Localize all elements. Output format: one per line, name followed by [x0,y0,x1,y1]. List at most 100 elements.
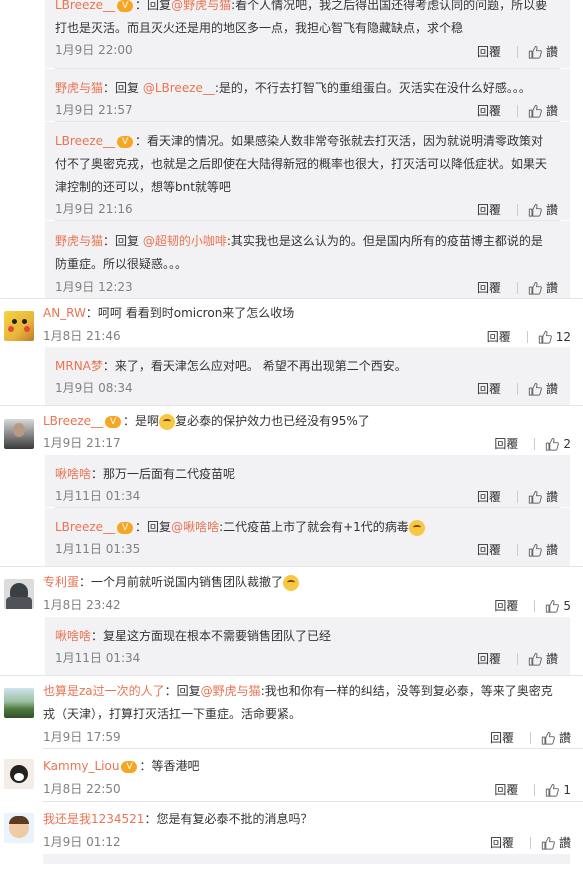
reply-button[interactable]: 回覆 [477,650,501,667]
reply-item: LBreeze__ V ：回复@野虎与猫:看个人情况吧，我之后得出国还得考虑认同的问… [45,0,570,68]
vip-badge-icon: V [105,415,122,428]
thumb-up-icon [541,731,555,745]
username-link[interactable]: Kammy_Liou [43,759,119,773]
avatar[interactable] [4,311,34,341]
mention-link[interactable]: @野虎与猫 [171,0,231,12]
thumb-up-icon [541,836,555,850]
comment-item: Kammy_Liou V ：等香港吧 1月8日 22:50 回覆 1 [0,749,583,801]
mention-link[interactable]: @超韧的小咖啡 [143,234,227,248]
reply-date: 1月9日 12:23 [55,280,133,294]
vip-badge-icon: V [117,135,134,148]
reply-button[interactable]: 回覆 [477,102,501,119]
like-button[interactable]: 讚 [528,102,558,119]
username-link[interactable]: AN_RW [43,306,86,320]
reply-item: LBreeze__ V ：回复@啾啥啥:二代疫苗上市了就会有+1代的病毒 1月11日… [45,508,570,560]
username-link[interactable]: 也算是za过一次的人了 [43,684,165,698]
reply-button[interactable]: 回覆 [494,435,518,452]
like-button[interactable]: 讚 [541,729,571,746]
vip-badge-icon: V [117,0,134,12]
avatar[interactable] [4,813,34,843]
thumb-up-icon [528,652,542,666]
username-link[interactable]: 野虎与猫 [55,234,103,248]
mention-link[interactable]: @野虎与猫 [201,684,261,698]
reply-button[interactable]: 回覆 [477,488,501,505]
avatar[interactable] [4,759,34,789]
reply-button[interactable]: 回覆 [477,380,501,397]
username-link[interactable]: 专利蛋 [43,575,79,589]
comment-date: 1月9日 01:12 [43,835,121,849]
thumb-up-icon [545,783,559,797]
comment-date: 1月8日 23:42 [43,598,121,612]
comment-date: 1月8日 21:46 [43,329,121,343]
username-link[interactable]: 啾啥啥 [55,629,91,643]
avatar[interactable] [4,688,34,718]
reply-date: 1月11日 01:35 [55,542,141,556]
thumb-up-icon [528,543,542,557]
like-button[interactable]: 讚 [528,43,558,60]
thumb-up-icon [545,599,559,613]
comment-date: 1月9日 21:17 [43,436,121,450]
thumb-up-icon [528,203,542,217]
reply-text: 打也是灭活。而且灭火还是用的地区多一点，我担心智飞有隐藏缺点，求个稳 [55,21,464,35]
reply-date: 1月11日 01:34 [55,651,141,665]
thumb-up-icon [528,382,542,396]
like-button[interactable]: 讚 [528,488,558,505]
reply-item: MRNA梦：来了，看天津怎么应对吧。 希望不再出现第二个西安。 1月9日 08:… [45,347,570,399]
like-button[interactable]: 讚 [528,279,558,296]
reply-item: 野虎与猫：回复 @超韧的小咖啡:其实我也是这么认为的。但是国内所有的疫苗博主都说… [45,221,570,296]
reply-button[interactable]: 回覆 [490,834,514,851]
username-link[interactable]: LBreeze__ [55,520,115,534]
reply-button[interactable]: 回覆 [477,201,501,218]
reply-button[interactable]: 回覆 [494,781,518,798]
comment-text: 戎（天津），打算打灭活扛一下重症。活命要紧。 [43,707,302,721]
reply-button[interactable]: 回覆 [494,597,518,614]
comment-date: 1月8日 22:50 [43,782,121,796]
like-button[interactable]: 12 [538,330,571,344]
username-link[interactable]: MRNA梦 [55,359,103,373]
username-link[interactable]: LBreeze__ [43,414,103,428]
reply-button[interactable]: 回覆 [477,541,501,558]
thumb-up-icon [538,330,552,344]
thumb-up-icon [545,437,559,451]
emoji-icon [159,413,176,430]
reply-date: 1月9日 21:16 [55,202,133,216]
comment-item: 也算是za过一次的人了：回复@野虎与猫:我也和你有一样的纠结，没等到复必泰，等来… [0,676,583,748]
thumb-up-icon [528,104,542,118]
reply-button[interactable]: 回覆 [477,43,501,60]
reply-item: 啾啥啥：那万一后面有二代疫苗呢 1月11日 01:34 回覆 讚 [45,455,570,507]
reply-button[interactable]: 回覆 [490,729,514,746]
comment-item: 我还是我1234521：您是有复必泰不批的消息吗？ 1月9日 01:12 回覆 … [0,802,583,854]
comment-item: 专利蛋：一个月前就听说国内销售团队裁撤了 1月8日 23:42 回覆 5 [0,567,583,617]
reply-item: 野虎与猫：回复 @LBreeze__:是的，不行去打智飞的重组蛋白。灭活实在没什… [45,69,570,121]
like-button[interactable]: 讚 [541,834,571,851]
like-button[interactable]: 讚 [528,541,558,558]
like-button[interactable]: 5 [545,599,571,613]
username-link[interactable]: 我还是我1234521 [43,812,144,826]
like-button[interactable]: 讚 [528,380,558,397]
reply-button[interactable]: 回覆 [487,328,511,345]
reply-date: 1月9日 21:57 [55,103,133,117]
like-button[interactable]: 讚 [528,201,558,218]
reply-item: 啾啥啥：复星这方面现在根本不需要销售团队了已经 1月11日 01:34 回覆 讚 [45,617,570,669]
username-link[interactable]: LBreeze__ [55,134,115,148]
like-button[interactable]: 讚 [528,650,558,667]
reply-item: LBreeze__ V ：看天津的情况。如果感染人数非常夸张就去打灭活，因为就说明清… [45,122,570,220]
comment-date: 1月9日 17:59 [43,730,121,744]
avatar[interactable] [4,419,34,449]
reply-button[interactable]: 回覆 [477,279,501,296]
username-link[interactable]: 啾啥啥 [55,467,91,481]
like-button[interactable]: 1 [545,783,571,797]
like-button[interactable]: 2 [545,437,571,451]
username-link[interactable]: LBreeze__ [55,0,115,12]
mention-link[interactable]: @LBreeze__ [143,81,215,95]
username-link[interactable]: 野虎与猫 [55,81,103,95]
avatar[interactable] [4,579,34,609]
emoji-icon [283,574,300,591]
reply-date: 1月9日 22:00 [55,43,133,57]
thumb-up-icon [528,45,542,59]
comment-item: LBreeze__ V ：是啊 复必泰的保护效力也已经没有95%了 1月9日 21:1… [0,406,583,455]
comment-list: LBreeze__ V ：回复@野虎与猫:看个人情况吧，我之后得出国还得考虑认同的问… [0,0,583,864]
mention-link[interactable]: @啾啥啥 [171,520,219,534]
reply-text: 付不了奥密克戎，也就是之后即使在大陆得新冠的概率也很大，打灭活可以降低症状。如果… [55,157,548,171]
comment-item: AN_RW：呵呵 看看到时omicron来了怎么收场 1月8日 21:46 回覆… [0,299,583,347]
